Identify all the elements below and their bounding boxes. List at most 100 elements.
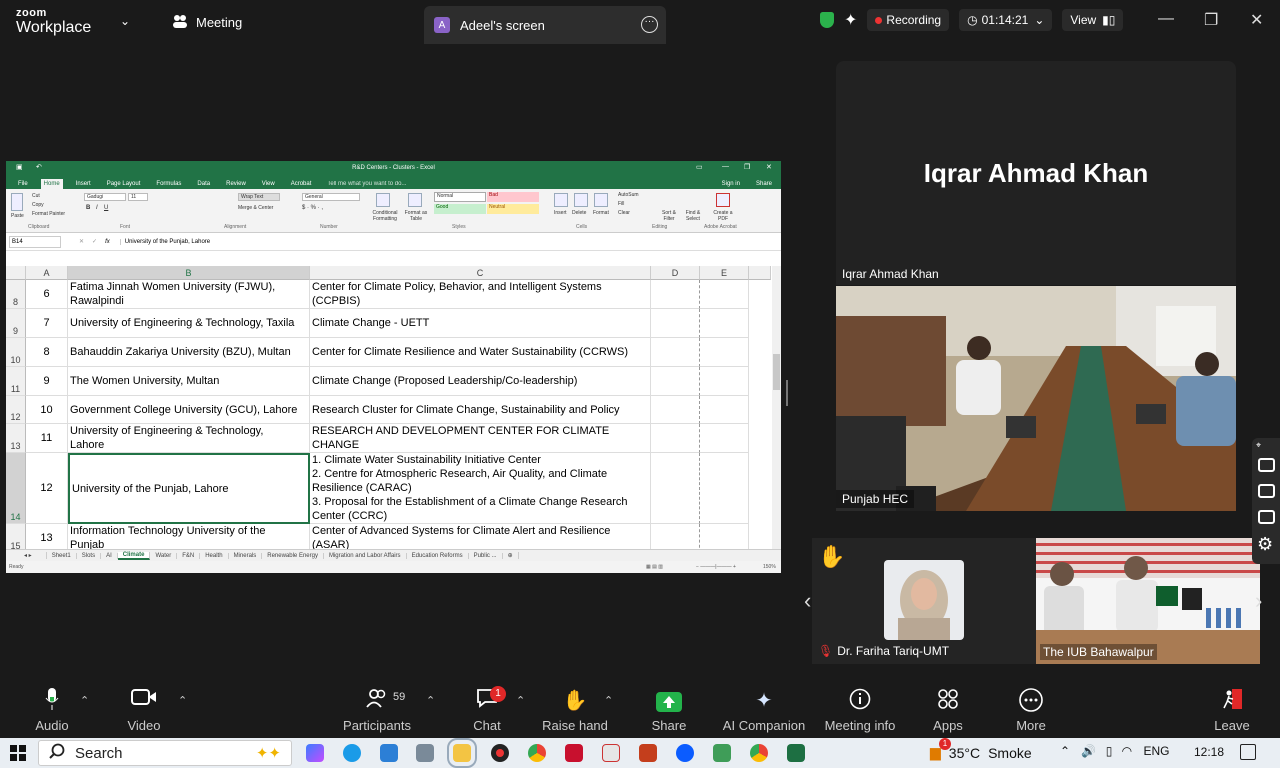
split-handle[interactable] [786, 380, 788, 406]
create-pdf-button[interactable]: Create a PDF [710, 210, 736, 222]
tab-meeting[interactable]: Meeting [168, 0, 418, 44]
minimize-icon[interactable]: — [722, 163, 729, 170]
language-indicator[interactable]: ENG [1143, 744, 1169, 758]
table-cell[interactable]: Information Technology University of the… [68, 524, 310, 549]
style-neutral[interactable]: Neutral [487, 204, 539, 214]
bold-icon[interactable]: B [86, 205, 90, 211]
tab-acrobat[interactable]: Acrobat [288, 179, 315, 189]
add-sheet-icon[interactable]: ⊕ [503, 552, 519, 559]
wifi-icon[interactable]: ◠ [1122, 744, 1132, 758]
chevron-up-icon[interactable]: ⌃ [1060, 744, 1070, 758]
formula-cancel-icon[interactable]: ✕ [79, 238, 84, 245]
leave-button[interactable]: Leave [1192, 688, 1272, 733]
chevron-up-icon[interactable]: ⌃ [426, 694, 435, 707]
restore-icon[interactable]: ❐ [1204, 10, 1218, 30]
sheet-nav-arrows[interactable]: ◂ ▸ [6, 552, 47, 559]
close-icon[interactable]: ✕ [1250, 10, 1263, 30]
camera-app-icon[interactable] [416, 744, 434, 762]
table-cell[interactable]: RESEARCH AND DEVELOPMENT CENTER FOR CLIM… [310, 424, 651, 453]
name-box[interactable]: B14 [9, 235, 61, 248]
security-shield-icon[interactable] [820, 12, 834, 28]
sheet-tab[interactable]: Minerals [229, 552, 263, 559]
table-cell[interactable]: 1. Climate Water Sustainability Initiati… [310, 453, 651, 524]
sheet-tab[interactable]: Water [150, 552, 178, 559]
apps-button[interactable]: Apps [908, 688, 988, 733]
meeting-info-button[interactable]: Meeting info [818, 688, 902, 733]
cut-button[interactable]: Cut [32, 193, 40, 199]
view-mode-icons[interactable]: ▦ ▤ ▥ [646, 561, 663, 573]
format-as-table-button[interactable]: Format as Table [402, 210, 430, 222]
font-size-select[interactable]: 11 [128, 193, 148, 201]
tab-home[interactable]: Home [40, 179, 63, 189]
table-cell[interactable]: The Women University, Multan [68, 367, 310, 396]
share-button[interactable]: Share [629, 688, 709, 733]
sheet-tab[interactable]: Public ... [469, 552, 503, 559]
sheet-tab[interactable]: AI [101, 552, 118, 559]
taskbar-search[interactable]: Search ✦✦ [38, 740, 292, 766]
table-cell[interactable]: University of Engineering & Technology, … [68, 424, 310, 453]
sign-in-link[interactable]: Sign in [719, 179, 743, 189]
chrome-profile-app-icon[interactable] [750, 744, 768, 762]
windows-start-icon[interactable] [10, 745, 26, 761]
chevron-down-icon[interactable]: ⌄ [120, 14, 130, 28]
table-cell[interactable]: 11 [26, 424, 68, 453]
sort-filter-button[interactable]: Sort & Filter [658, 210, 680, 222]
chevron-up-icon[interactable]: ⌃ [178, 694, 187, 707]
clear-button[interactable]: Clear [618, 210, 630, 216]
sheet-tab-active[interactable]: Climate [117, 551, 151, 560]
zoom-app-icon[interactable] [676, 744, 694, 762]
table-cell[interactable]: Center for Climate Policy, Behavior, and… [310, 280, 651, 309]
conditional-formatting-icon[interactable] [376, 193, 390, 207]
table-cell[interactable] [651, 280, 700, 309]
tab-shared-screen[interactable]: A Adeel's screen ··· [424, 6, 666, 44]
close-icon[interactable]: ✕ [766, 163, 772, 171]
acrobat-app-icon[interactable] [565, 744, 583, 762]
format-cells-button[interactable]: Format [593, 210, 609, 216]
video-punjab-hec[interactable] [836, 286, 1236, 511]
table-cell[interactable] [700, 424, 749, 453]
column-header-d[interactable]: D [651, 266, 700, 280]
formula-input[interactable]: University of the Punjab, Lahore [119, 238, 781, 245]
chevron-up-icon[interactable]: ⌃ [604, 694, 613, 707]
sheet-tab[interactable]: Renewable Energy [262, 552, 324, 559]
autosum-button[interactable]: AutoSum [618, 192, 639, 198]
taskbar-clock[interactable]: 12:18 [1194, 745, 1224, 759]
row-header[interactable]: 13 [6, 424, 26, 453]
volume-icon[interactable]: 🔊 [1081, 744, 1096, 758]
table-cell[interactable] [651, 396, 700, 424]
delete-cells-icon[interactable] [574, 193, 588, 207]
file-explorer-icon[interactable] [447, 738, 477, 768]
tab-data[interactable]: Data [194, 179, 213, 189]
table-cell[interactable]: Fatima Jinnah Women University (FJWU), R… [68, 280, 310, 309]
delete-cells-button[interactable]: Delete [572, 210, 586, 216]
row-header[interactable]: 10 [6, 338, 26, 367]
more-options-icon[interactable]: ··· [641, 16, 658, 33]
table-cell[interactable]: 8 [26, 338, 68, 367]
italic-icon[interactable]: I [96, 205, 98, 211]
table-cell[interactable] [651, 524, 700, 549]
video-record-icon[interactable] [1258, 484, 1275, 498]
chevron-right-icon[interactable]: › [1255, 588, 1262, 614]
camera-icon[interactable] [1258, 458, 1275, 472]
table-cell[interactable] [651, 453, 700, 524]
conditional-formatting-button[interactable]: Conditional Formatting [368, 210, 402, 222]
sheet-tab[interactable]: Sheet1 [47, 552, 77, 559]
ribbon-display-icon[interactable]: ▭ [696, 163, 703, 171]
table-cell[interactable] [700, 367, 749, 396]
merge-center-button[interactable]: Merge & Center [238, 205, 273, 211]
tab-file[interactable]: File [15, 179, 31, 189]
table-cell[interactable] [700, 280, 749, 309]
worksheet-grid[interactable]: A B C D E 8 6 Fatima Jinnah Women Univer… [6, 266, 771, 549]
fill-button[interactable]: Fill [618, 201, 624, 207]
ai-companion-button[interactable]: ✦ AI Companion [714, 688, 814, 733]
tab-formulas[interactable]: Formulas [153, 179, 184, 189]
paste-button[interactable]: Paste [11, 213, 24, 219]
powerpoint-app-icon[interactable] [639, 744, 657, 762]
zoom-slider[interactable]: − ———|——— + [696, 561, 736, 573]
recorder-app-icon[interactable] [491, 744, 509, 762]
copy-button[interactable]: Copy [32, 202, 44, 208]
chrome-app-icon[interactable] [528, 744, 546, 762]
table-cell[interactable] [651, 338, 700, 367]
shared-excel-window[interactable]: ▣ ↶ R&D Centers - Clusters - Excel ▭ — ❐… [6, 161, 781, 573]
pin-icon[interactable]: ⌖ [1256, 440, 1261, 451]
